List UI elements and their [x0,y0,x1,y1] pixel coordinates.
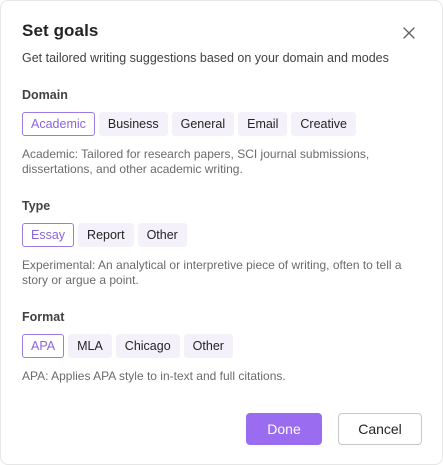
format-option-mla[interactable]: MLA [68,334,112,358]
close-icon [401,25,417,41]
format-description: APA: Applies APA style to in-text and fu… [22,369,286,383]
type-option-report[interactable]: Report [78,223,134,247]
domain-option-academic[interactable]: Academic [22,112,95,136]
domain-label: Domain [22,88,68,102]
domain-option-creative[interactable]: Creative [291,112,356,136]
type-label: Type [22,199,51,213]
dialog-title: Set goals [22,21,99,40]
set-goals-dialog: Set goals Get tailored writing suggestio… [0,0,443,465]
format-option-chicago[interactable]: Chicago [115,334,180,358]
cancel-button[interactable]: Cancel [338,413,422,445]
type-option-essay[interactable]: Essay [22,223,75,247]
type-description: Experimental: An analytical or interpret… [22,258,402,287]
close-button[interactable] [401,25,417,41]
domain-options: Academic Business General Email Creative [22,112,356,136]
domain-option-email[interactable]: Email [238,112,288,136]
done-button[interactable]: Done [246,413,322,445]
domain-description: Academic: Tailored for research papers, … [22,147,370,176]
type-option-other[interactable]: Other [137,223,187,247]
format-option-other[interactable]: Other [183,334,233,358]
format-option-apa[interactable]: APA [22,334,65,358]
domain-option-business[interactable]: Business [98,112,168,136]
format-label: Format [22,310,65,324]
type-options: Essay Report Other [22,223,187,247]
format-options: APA MLA Chicago Other [22,334,233,358]
dialog-subtitle: Get tailored writing suggestions based o… [22,51,389,65]
domain-option-general[interactable]: General [171,112,235,136]
